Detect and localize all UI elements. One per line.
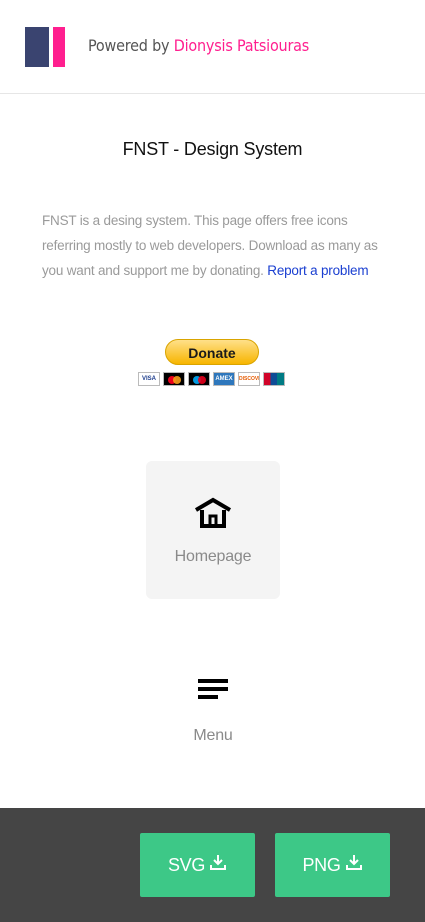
icon-label-menu: Menu [193,727,233,744]
site-header: Powered by Dionysis Patsiouras [0,0,425,94]
logo-bar-navy [25,27,49,67]
discover-card-icon: DISCOVER [238,372,260,386]
icon-label-homepage: Homepage [174,548,252,565]
menu-icon [198,679,228,699]
page-description: FNST is a desing system. This page offer… [42,208,387,283]
page-title: FNST - Design System [122,139,303,159]
powered-prefix: Powered by [88,36,170,55]
powered-by-text: Powered by Dionysis Patsiouras [88,36,309,55]
svg-button-label: SVG [167,854,206,875]
icon-tile-homepage[interactable]: Homepage [146,461,280,599]
author-link[interactable]: Dionysis Patsiouras [174,36,310,55]
download-svg-button[interactable]: SVG [140,833,255,897]
download-icon [210,855,227,870]
visa-card-icon: VISA [138,372,160,386]
logo-bar-pink [53,27,65,67]
icon-tile-menu[interactable]: Menu [146,640,280,778]
download-png-button[interactable]: PNG [275,833,390,897]
fnst-logo[interactable] [25,27,65,67]
mastercard-icon [163,372,185,386]
download-icon [345,855,362,870]
report-problem-link[interactable]: Report a problem [267,263,368,278]
png-button-label: PNG [302,854,341,875]
maestro-icon [188,372,210,386]
unionpay-icon [263,372,285,386]
amex-card-icon: AMEX [213,372,235,386]
home-icon [194,497,232,528]
payment-cards: VISA AMEX DISCOVER [138,372,285,386]
download-footer: SVG PNG [0,808,425,922]
donate-button[interactable]: Donate [165,339,259,365]
